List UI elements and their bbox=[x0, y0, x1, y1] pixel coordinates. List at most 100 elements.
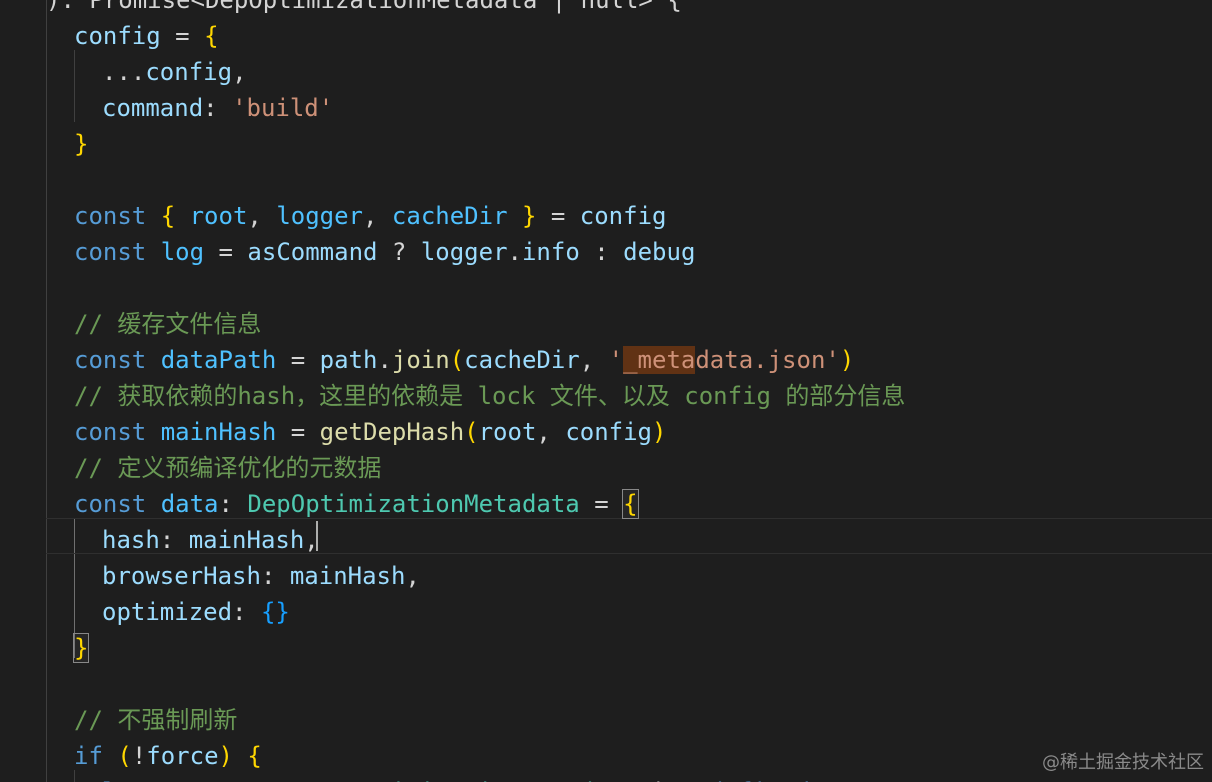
code-token: , bbox=[363, 202, 392, 230]
code-line[interactable]: } bbox=[74, 126, 88, 162]
code-token: root bbox=[175, 202, 248, 230]
code-token: logger bbox=[276, 202, 364, 230]
code-line[interactable]: const dataPath = path.join(cacheDir, '_m… bbox=[74, 342, 854, 378]
code-token: , bbox=[579, 346, 609, 374]
code-token: prevData bbox=[160, 778, 276, 782]
code-token: _meta bbox=[623, 346, 696, 374]
code-token: : bbox=[218, 490, 248, 518]
code-token: const bbox=[74, 238, 147, 266]
code-line[interactable]: browserHash: mainHash, bbox=[102, 558, 420, 594]
code-token: = bbox=[276, 346, 320, 374]
code-line[interactable]: const data: DepOptimizationMetadata = { bbox=[74, 486, 639, 522]
code-token: config bbox=[145, 58, 233, 86]
code-token: : bbox=[159, 526, 189, 554]
code-line[interactable]: // 缓存文件信息 bbox=[74, 306, 261, 342]
code-token: logger bbox=[420, 238, 508, 266]
code-line[interactable]: command: 'build' bbox=[102, 90, 333, 126]
code-line[interactable]: const mainHash = getDepHash(root, config… bbox=[74, 414, 666, 450]
code-token: = bbox=[536, 202, 580, 230]
code-token: } bbox=[521, 202, 537, 230]
code-line[interactable]: ): Promise<DepOptimizationMetadata | nul… bbox=[46, 0, 682, 18]
code-token: } bbox=[74, 130, 89, 158]
code-token: ... bbox=[102, 58, 146, 86]
code-token: = bbox=[276, 418, 320, 446]
code-token: ! bbox=[131, 742, 147, 770]
code-token: browserHash bbox=[102, 562, 261, 590]
code-line[interactable]: // 不强制刷新 bbox=[74, 702, 237, 738]
code-token: : bbox=[260, 562, 290, 590]
code-token: , bbox=[247, 202, 277, 230]
code-token: ): Promise<DepOptimizationMetadata | nul… bbox=[46, 0, 682, 14]
code-line[interactable]: ...config, bbox=[102, 54, 247, 90]
code-line[interactable]: const log = asCommand ? logger.info : de… bbox=[74, 234, 695, 270]
code-token: join bbox=[391, 346, 450, 374]
code-token: config bbox=[565, 418, 653, 446]
code-token: hash bbox=[102, 526, 160, 554]
code-token: ' bbox=[608, 346, 624, 374]
code-token: ) bbox=[218, 742, 233, 770]
code-token: {} bbox=[260, 598, 290, 626]
code-token: let bbox=[102, 778, 145, 782]
code-token: ( bbox=[464, 418, 479, 446]
code-line[interactable]: let prevData: DepOptimizationMetadata | … bbox=[102, 774, 810, 782]
code-token: 'build' bbox=[232, 94, 334, 122]
code-token: = bbox=[579, 490, 624, 518]
code-token: : bbox=[579, 238, 624, 266]
code-token: : bbox=[203, 94, 233, 122]
code-line[interactable]: optimized: {} bbox=[102, 594, 290, 630]
code-token: config bbox=[74, 22, 161, 50]
code-line[interactable]: config = { bbox=[74, 18, 219, 54]
code-token: asCommand bbox=[247, 238, 378, 266]
code-token: : bbox=[232, 598, 261, 626]
code-token: // 获取依赖的hash，这里的依赖是 lock 文件、以及 config 的部… bbox=[74, 382, 906, 410]
code-token: = bbox=[160, 22, 205, 50]
code-token: ( bbox=[117, 742, 132, 770]
code-editor[interactable]: ): Promise<DepOptimizationMetadata | nul… bbox=[0, 0, 1212, 782]
code-token: = bbox=[204, 238, 248, 266]
code-token: { bbox=[622, 489, 639, 519]
code-token: // 不强制刷新 bbox=[74, 706, 238, 734]
indent-guide bbox=[74, 50, 75, 122]
text-cursor bbox=[316, 521, 318, 551]
watermark: @稀土掘金技术社区 bbox=[1042, 752, 1204, 773]
code-token: ) bbox=[652, 418, 667, 446]
code-token: command bbox=[102, 94, 204, 122]
code-token: } bbox=[72, 633, 90, 663]
code-token: ( bbox=[449, 346, 465, 374]
code-line[interactable]: hash: mainHash, bbox=[102, 522, 319, 558]
code-token: optimized bbox=[102, 598, 233, 626]
code-token: , bbox=[405, 562, 420, 590]
code-line[interactable]: if (!force) { bbox=[74, 738, 262, 774]
code-line[interactable]: // 定义预编译优化的元数据 bbox=[74, 450, 381, 486]
code-token: . bbox=[507, 238, 522, 266]
code-line[interactable]: // 获取依赖的hash，这里的依赖是 lock 文件、以及 config 的部… bbox=[74, 378, 905, 414]
code-token: , bbox=[232, 58, 247, 86]
code-token: const bbox=[74, 490, 147, 518]
code-token: info bbox=[521, 238, 580, 266]
code-token: data.json' bbox=[695, 346, 840, 374]
code-token: debug bbox=[623, 238, 696, 266]
code-token: mainHash bbox=[188, 526, 305, 554]
code-token: | bbox=[637, 778, 680, 782]
code-line[interactable]: const { root, logger, cacheDir } = confi… bbox=[74, 198, 666, 234]
code-token: mainHash bbox=[160, 418, 277, 446]
code-token: root bbox=[478, 418, 537, 446]
code-token: dataPath bbox=[160, 346, 277, 374]
code-token: ? bbox=[377, 238, 421, 266]
code-token: // 定义预编译优化的元数据 bbox=[74, 454, 382, 482]
indent-guide bbox=[46, 0, 47, 782]
code-token: config bbox=[579, 202, 667, 230]
code-token: // 缓存文件信息 bbox=[74, 310, 262, 338]
code-token: if bbox=[74, 742, 103, 770]
code-token: log bbox=[160, 238, 205, 266]
code-line[interactable]: } bbox=[72, 630, 90, 666]
code-token: getDepHash bbox=[319, 418, 465, 446]
